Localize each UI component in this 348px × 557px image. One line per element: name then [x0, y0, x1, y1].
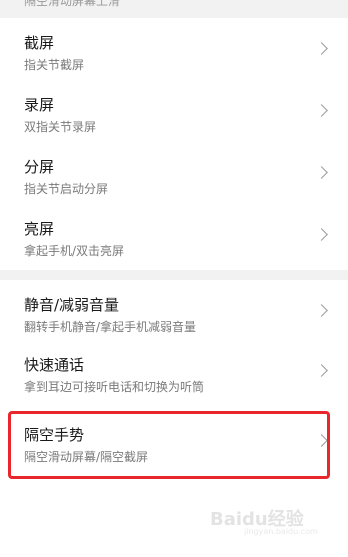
item-subtitle: 指关节截屏 [24, 58, 85, 72]
item-title: 快速通话 [24, 356, 85, 374]
highlight-box [8, 411, 330, 479]
gesture-group-2: 静音/减弱音量 翻转手机静音/拿起手机减弱音量 快速通话 拿到耳边可接听电话和切… [10, 280, 338, 402]
item-subtitle: 拿到耳边可接听电话和切换为听筒 [24, 380, 205, 394]
item-subtitle: 拿起手机/双击亮屏 [24, 244, 125, 258]
list-item-split-screen[interactable]: 分屏 指关节启动分屏 [10, 142, 338, 204]
item-subtitle: 翻转手机静音/拿起手机减弱音量 [24, 320, 197, 334]
item-title: 分屏 [24, 158, 55, 176]
list-item-screen-record[interactable]: 录屏 双指关节录屏 [10, 80, 338, 142]
top-cut-strip: 隔空滑动屏幕上滑 [0, 0, 348, 18]
item-title: 静音/减弱音量 [24, 296, 120, 314]
list-item-screenshot[interactable]: 截屏 指关节截屏 [10, 18, 338, 80]
chevron-right-icon [315, 364, 328, 377]
item-subtitle: 指关节启动分屏 [24, 182, 109, 196]
chevron-right-icon [315, 42, 328, 55]
list-item-quick-call[interactable]: 快速通话 拿到耳边可接听电话和切换为听筒 [10, 340, 338, 402]
list-item-mute[interactable]: 静音/减弱音量 翻转手机静音/拿起手机减弱音量 [10, 280, 338, 342]
item-title: 截屏 [24, 34, 55, 52]
chevron-right-icon [315, 104, 328, 117]
chevron-right-icon [315, 166, 328, 179]
gesture-group-1: 截屏 指关节截屏 录屏 双指关节录屏 分屏 指关节启动分屏 亮屏 拿起手机/双击… [10, 18, 338, 270]
chevron-right-icon [315, 228, 328, 241]
chevron-right-icon [315, 304, 328, 317]
list-item-wake-screen[interactable]: 亮屏 拿起手机/双击亮屏 [10, 204, 338, 266]
item-subtitle: 双指关节录屏 [24, 120, 97, 134]
item-title: 亮屏 [24, 220, 55, 238]
watermark-sub-text: jingyan.baidu.com [244, 527, 318, 536]
baidu-watermark: Baidu经验 jingyan.baidu.com [210, 505, 330, 541]
group-divider [0, 270, 348, 280]
top-cut-text: 隔空滑动屏幕上滑 [24, 0, 121, 8]
item-title: 录屏 [24, 96, 55, 114]
